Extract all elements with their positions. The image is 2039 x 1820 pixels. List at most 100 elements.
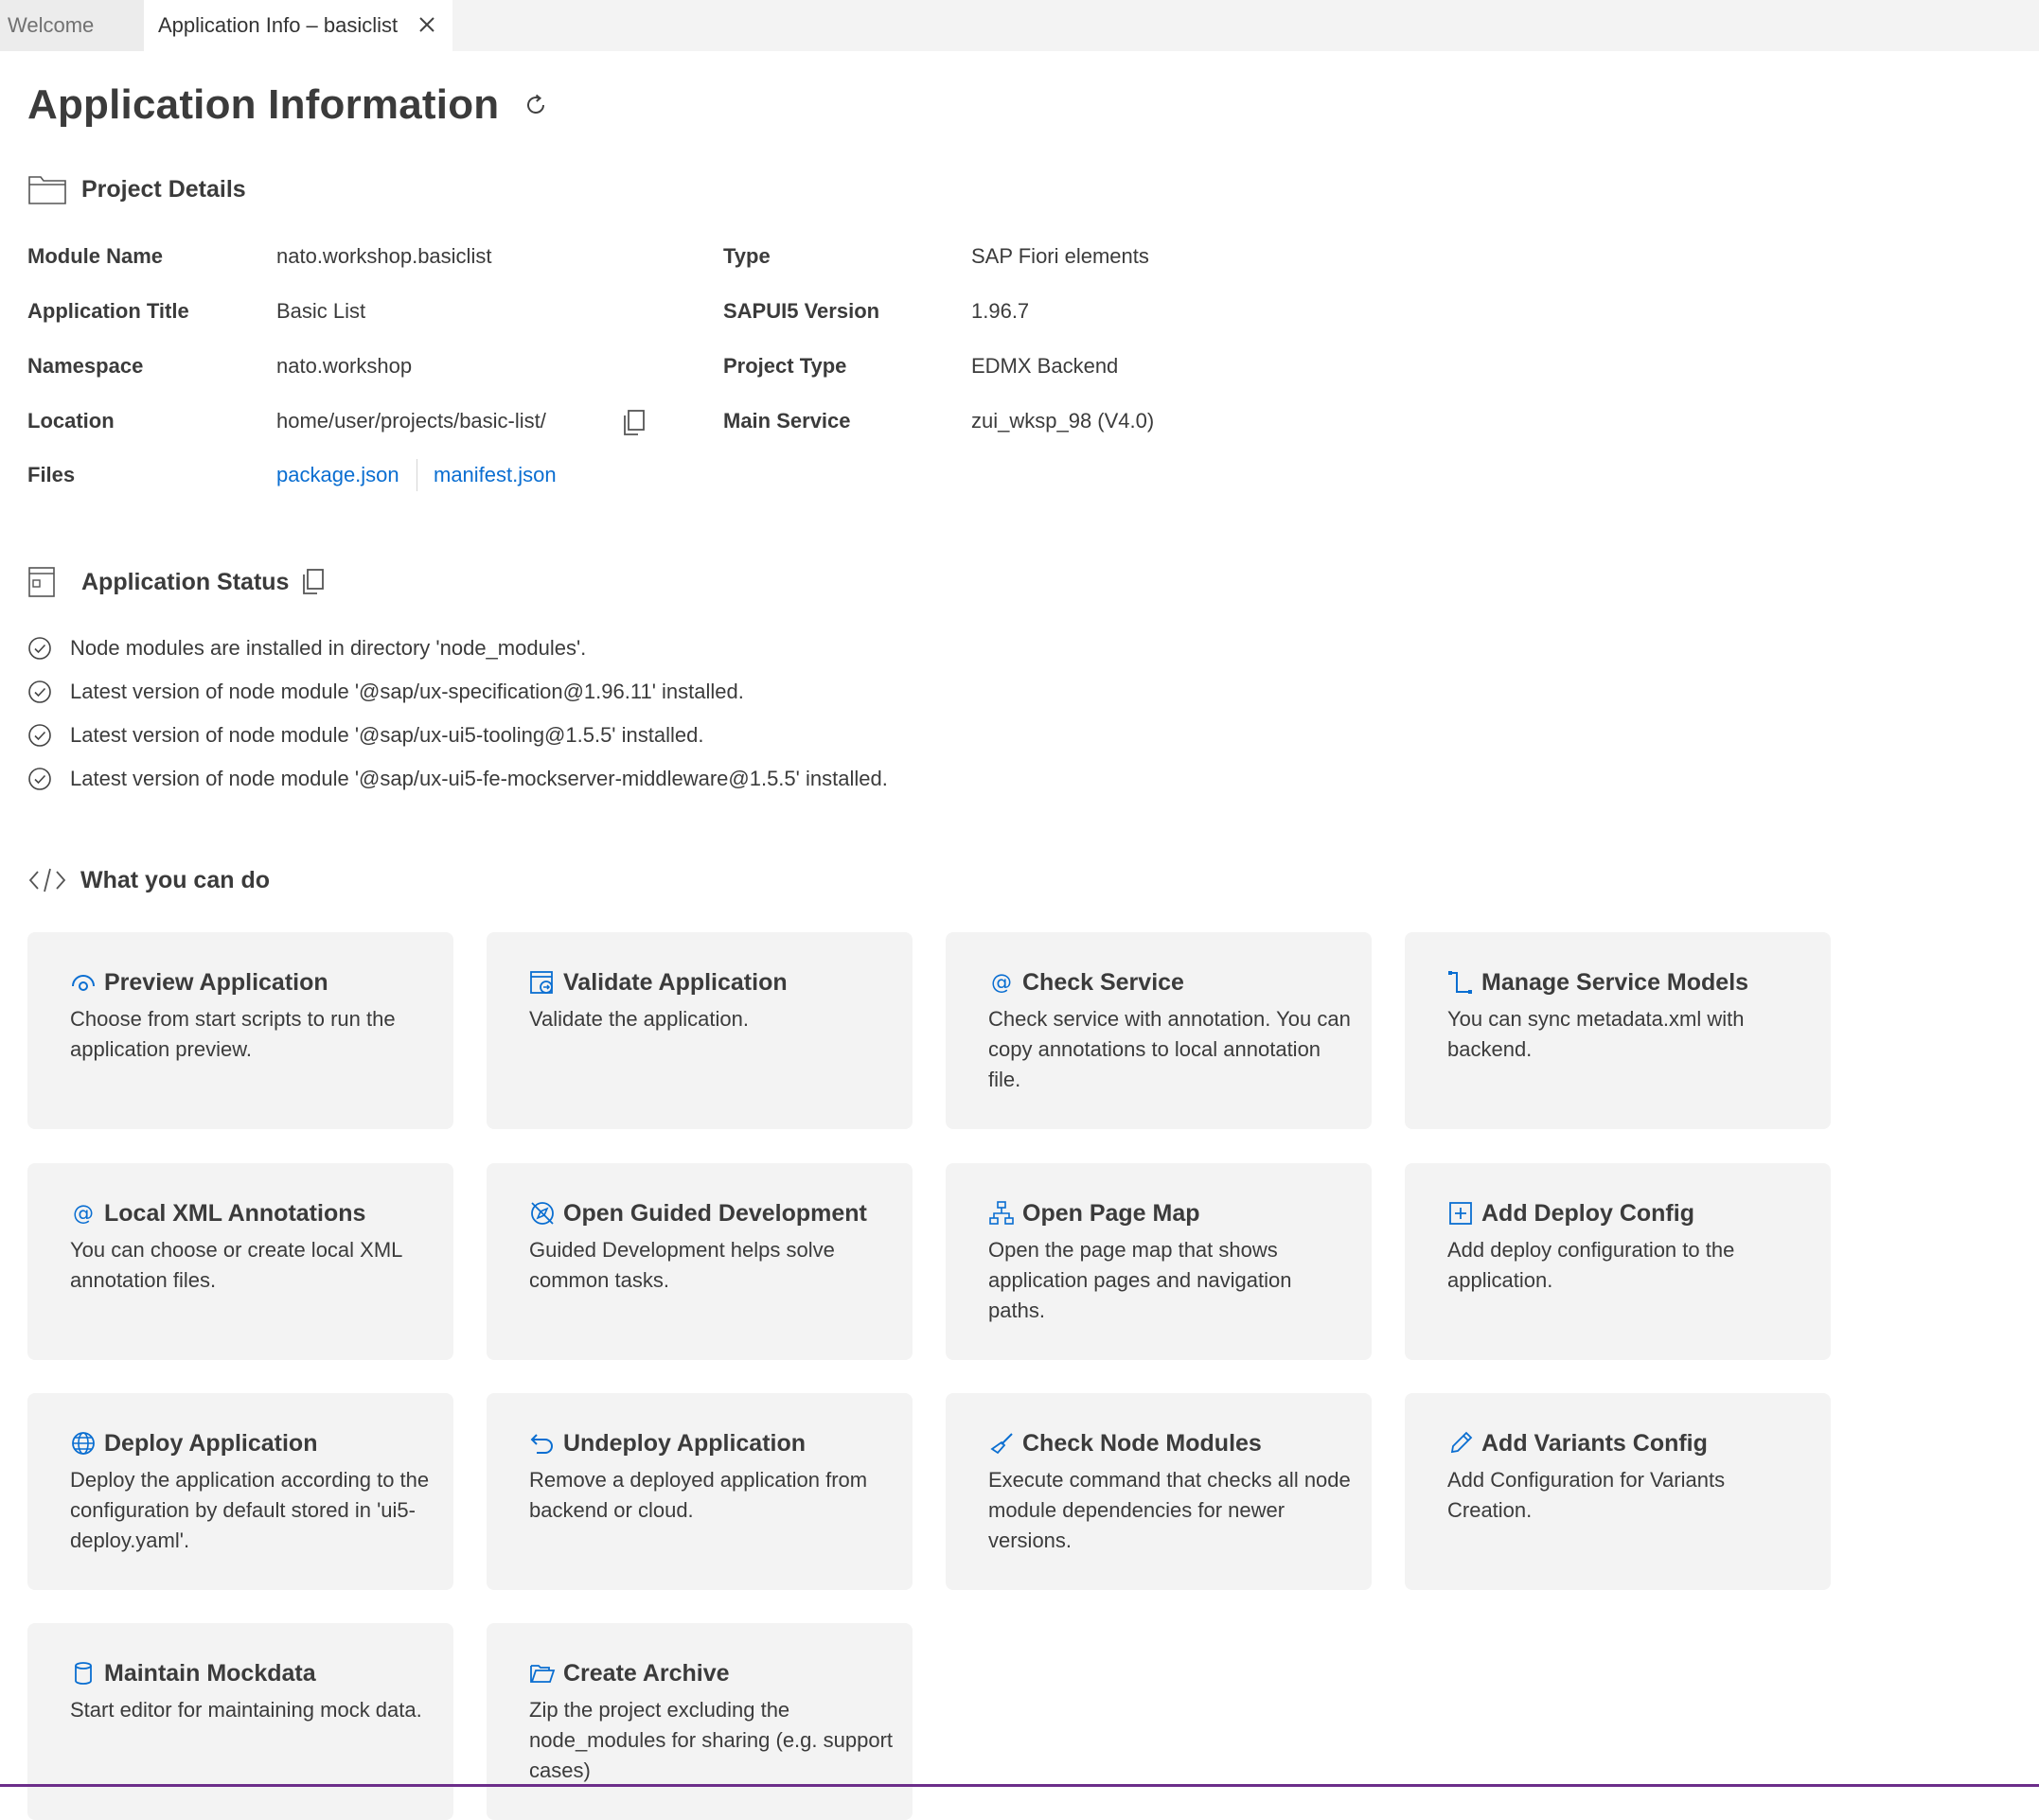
check-circle-icon bbox=[28, 637, 51, 660]
action-card-open-guided-development[interactable]: Open Guided Development Guided Developme… bbox=[487, 1163, 913, 1360]
svg-text:@: @ bbox=[73, 1202, 94, 1226]
card-title: Local XML Annotations bbox=[104, 1199, 366, 1227]
check-circle-icon bbox=[28, 724, 51, 747]
action-card-preview-application[interactable]: Preview Application Choose from start sc… bbox=[27, 932, 453, 1129]
card-description: Execute command that checks all node mod… bbox=[988, 1468, 1351, 1552]
action-card-undeploy-application[interactable]: Undeploy Application Remove a deployed a… bbox=[487, 1393, 913, 1590]
card-title: Deploy Application bbox=[104, 1429, 318, 1457]
action-card-add-variants-config[interactable]: Add Variants Config Add Configuration fo… bbox=[1405, 1393, 1831, 1590]
action-card-manage-service-models[interactable]: Manage Service Models You can sync metad… bbox=[1405, 932, 1831, 1129]
tab-label: Welcome bbox=[8, 13, 95, 37]
copy-icon[interactable] bbox=[621, 409, 646, 437]
main-service-label: Main Service bbox=[723, 409, 851, 433]
section-title: Application Status bbox=[81, 568, 290, 595]
project-details-header: Project Details bbox=[27, 172, 246, 206]
manifest-json-link[interactable]: manifest.json bbox=[434, 463, 557, 487]
preview-icon bbox=[72, 975, 95, 991]
validate-icon bbox=[530, 971, 553, 994]
card-description: Zip the project excluding the node_modul… bbox=[529, 1698, 894, 1782]
card-title: Preview Application bbox=[104, 968, 328, 996]
status-text: Latest version of node module '@sap/ux-u… bbox=[70, 767, 888, 790]
action-card-check-node-modules[interactable]: Check Node Modules Execute command that … bbox=[946, 1393, 1372, 1590]
card-description: Remove a deployed application from backe… bbox=[529, 1468, 868, 1522]
section-title: Project Details bbox=[81, 175, 246, 203]
application-title-label: Application Title bbox=[27, 299, 189, 323]
card-description: Deploy the application according to the … bbox=[70, 1468, 430, 1552]
add-box-icon bbox=[1449, 1202, 1472, 1225]
at-icon: @ bbox=[991, 971, 1012, 995]
sapui5-version-value: 1.96.7 bbox=[971, 299, 1030, 323]
project-type-label: Project Type bbox=[723, 354, 847, 378]
card-title: Undeploy Application bbox=[563, 1429, 807, 1457]
page-title: Application Information bbox=[27, 81, 500, 128]
check-circle-icon bbox=[28, 680, 51, 703]
card-description: Start editor for maintaining mock data. bbox=[70, 1698, 422, 1722]
status-item: Latest version of node module '@sap/ux-s… bbox=[27, 680, 744, 704]
folder-icon bbox=[28, 176, 66, 204]
pencil-icon bbox=[1450, 1431, 1473, 1454]
status-text: Latest version of node module '@sap/ux-s… bbox=[70, 680, 744, 703]
check-circle-icon bbox=[28, 768, 51, 790]
action-card-check-service[interactable]: @ Check Service Check service with annot… bbox=[946, 932, 1372, 1129]
module-name-value: nato.workshop.basiclist bbox=[276, 244, 492, 268]
card-title: Open Page Map bbox=[1022, 1199, 1200, 1227]
code-icon bbox=[28, 868, 66, 892]
tab-welcome[interactable]: Welcome bbox=[0, 0, 144, 51]
action-card-local-xml-annotations[interactable]: @ Local XML Annotations You can choose o… bbox=[27, 1163, 453, 1360]
section-title: What you can do bbox=[80, 866, 270, 893]
card-description: Validate the application. bbox=[529, 1007, 749, 1031]
status-text: Node modules are installed in directory … bbox=[70, 636, 587, 660]
database-icon bbox=[75, 1662, 92, 1685]
card-title: Create Archive bbox=[563, 1659, 730, 1687]
status-item: Node modules are installed in directory … bbox=[27, 636, 586, 661]
location-value: home/user/projects/basic-list/ bbox=[276, 409, 546, 433]
action-card-maintain-mockdata[interactable]: Maintain Mockdata Start editor for maint… bbox=[27, 1623, 453, 1820]
namespace-label: Namespace bbox=[27, 354, 144, 378]
card-description: Check service with annotation. You can c… bbox=[988, 1007, 1351, 1091]
card-description: Add Configuration for Variants Creation. bbox=[1447, 1468, 1726, 1522]
action-card-add-deploy-config[interactable]: Add Deploy Config Add deploy configurati… bbox=[1405, 1163, 1831, 1360]
close-icon[interactable] bbox=[417, 14, 437, 35]
card-description: Guided Development helps solve common ta… bbox=[529, 1238, 835, 1292]
broom-icon bbox=[990, 1433, 1013, 1455]
main-service-value: zui_wksp_98 (V4.0) bbox=[971, 409, 1155, 433]
undo-icon bbox=[530, 1434, 553, 1454]
sitemap-icon bbox=[989, 1201, 1014, 1225]
action-card-open-page-map[interactable]: Open Page Map Open the page map that sho… bbox=[946, 1163, 1372, 1360]
svg-text:@: @ bbox=[991, 971, 1012, 995]
refresh-icon[interactable] bbox=[522, 91, 550, 119]
card-description: You can choose or create local XML annot… bbox=[70, 1238, 402, 1292]
card-title: Manage Service Models bbox=[1481, 968, 1749, 996]
tab-label: Application Info – basiclist bbox=[158, 13, 399, 37]
compass-icon bbox=[531, 1202, 554, 1225]
card-description: Add deploy configuration to the applicat… bbox=[1447, 1238, 1735, 1292]
at-icon: @ bbox=[73, 1202, 94, 1226]
connector-icon bbox=[1448, 971, 1472, 994]
type-value: SAP Fiori elements bbox=[971, 244, 1149, 268]
files-label: Files bbox=[27, 463, 76, 486]
app-window-icon bbox=[28, 567, 55, 597]
card-title: Add Deploy Config bbox=[1481, 1199, 1694, 1227]
card-description: You can sync metadata.xml with backend. bbox=[1447, 1007, 1745, 1061]
tab-application-info[interactable]: Application Info – basiclist bbox=[144, 0, 452, 51]
type-label: Type bbox=[723, 244, 771, 268]
tab-bar: Welcome Application Info – basiclist bbox=[0, 0, 2039, 51]
copy-icon[interactable] bbox=[300, 568, 325, 596]
action-card-create-archive[interactable]: Create Archive Zip the project excluding… bbox=[487, 1623, 913, 1820]
action-card-validate-application[interactable]: Validate Application Validate the applic… bbox=[487, 932, 913, 1129]
package-json-link[interactable]: package.json bbox=[276, 463, 399, 487]
application-title-value: Basic List bbox=[276, 299, 366, 323]
action-card-deploy-application[interactable]: Deploy Application Deploy the applicatio… bbox=[27, 1393, 453, 1590]
card-title: Check Service bbox=[1022, 968, 1184, 996]
page-header: Application Information bbox=[27, 81, 550, 129]
card-title: Open Guided Development bbox=[563, 1199, 867, 1227]
application-status-header: Application Status bbox=[27, 566, 325, 598]
sapui5-version-label: SAPUI5 Version bbox=[723, 299, 880, 323]
card-title: Check Node Modules bbox=[1022, 1429, 1262, 1457]
card-description: Choose from start scripts to run the app… bbox=[70, 1007, 396, 1061]
location-label: Location bbox=[27, 409, 115, 433]
status-item: Latest version of node module '@sap/ux-u… bbox=[27, 723, 703, 748]
namespace-value: nato.workshop bbox=[276, 354, 413, 378]
status-item: Latest version of node module '@sap/ux-u… bbox=[27, 767, 888, 791]
card-description: Open the page map that shows application… bbox=[988, 1238, 1292, 1322]
